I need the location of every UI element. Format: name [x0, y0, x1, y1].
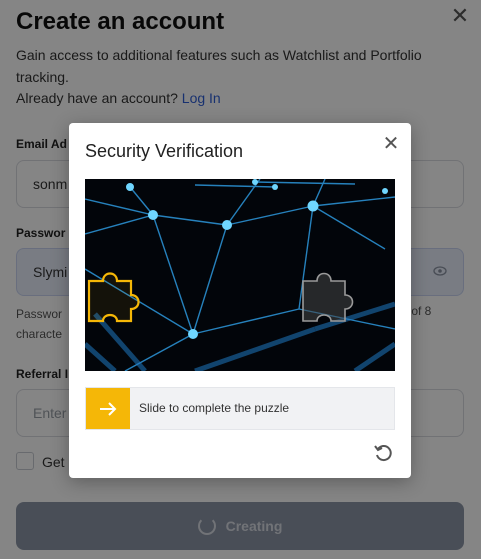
close-icon[interactable]: ✕: [382, 134, 400, 154]
arrow-right-icon[interactable]: [86, 388, 130, 429]
modal-title: Security Verification: [85, 141, 244, 161]
slider-text: Slide to complete the puzzle: [139, 401, 290, 415]
security-verification-modal: Security Verification ✕ Slide to complet…: [69, 123, 411, 478]
puzzle-image: [85, 179, 395, 371]
puzzle-slider[interactable]: Slide to complete the puzzle: [85, 387, 395, 430]
refresh-icon[interactable]: [373, 443, 393, 463]
